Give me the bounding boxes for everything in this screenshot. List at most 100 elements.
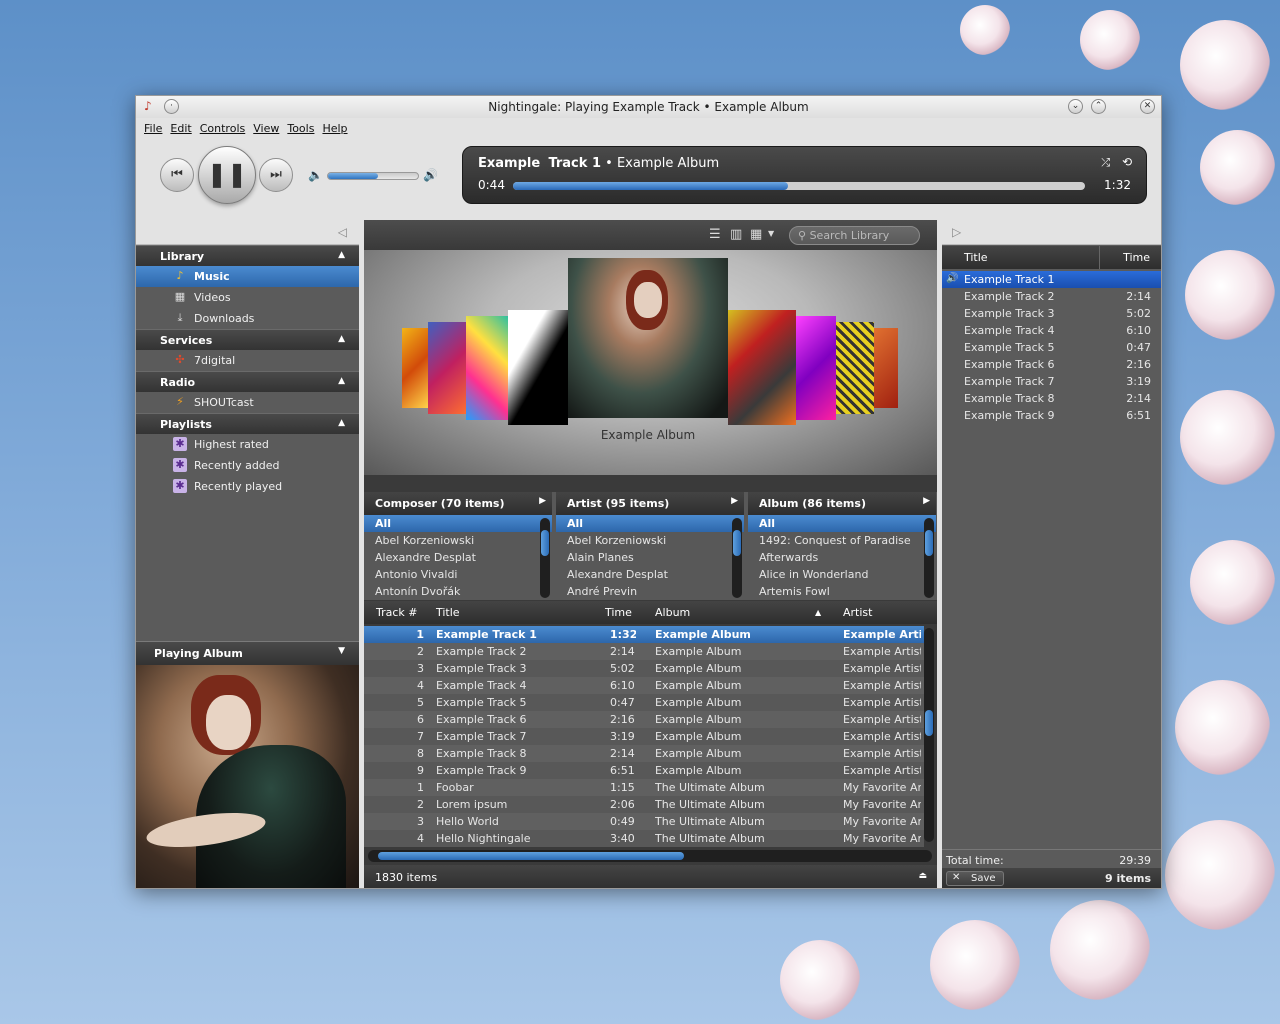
table-row[interactable]: 2 Lorem ipsum 2:06 The Ultimate Album My Fav…	[364, 796, 924, 813]
filter-row[interactable]: André Previn	[556, 583, 744, 600]
scrollbar-thumb[interactable]	[733, 530, 741, 556]
menu-tools[interactable]: Tools	[287, 122, 314, 138]
filter-row[interactable]: Alice in Wonderland	[748, 566, 936, 583]
filter-header[interactable]: Artist (95 items) ▶	[556, 492, 744, 515]
filter-scrollbar[interactable]	[540, 518, 550, 598]
filter-row[interactable]: Abel Korzeniowski	[556, 532, 744, 549]
filter-row[interactable]: Antonio Vivaldi	[364, 566, 552, 583]
collapse-arrow-icon[interactable]: ▲	[338, 334, 345, 344]
scrollbar-thumb[interactable]	[541, 530, 549, 556]
volume-max-icon[interactable]: 🔊	[423, 168, 438, 182]
album-cover[interactable]	[428, 322, 468, 414]
filter-header[interactable]: Album (86 items) ▶	[748, 492, 936, 515]
filter-row[interactable]: All	[748, 515, 936, 532]
menu-controls[interactable]: Controls	[200, 122, 246, 138]
table-row[interactable]: 6 Example Track 6 2:16 Example Album Example…	[364, 711, 924, 728]
search-input[interactable]: ⚲ Search Library	[789, 226, 920, 245]
column-title[interactable]: Title	[436, 606, 460, 619]
filter-row[interactable]: Alain Planes	[556, 549, 744, 566]
section-services[interactable]: Services ▲	[136, 329, 359, 350]
collapse-arrow-icon[interactable]: ▲	[338, 376, 345, 386]
shuffle-icon[interactable]: ⤮	[1101, 156, 1110, 170]
column-artist[interactable]: Artist	[843, 606, 872, 619]
table-row[interactable]: 8 Example Track 8 2:14 Example Album Example…	[364, 745, 924, 762]
scrollbar-thumb[interactable]	[925, 530, 933, 556]
sidebar-item-7digital[interactable]: ✣ 7digital	[136, 350, 359, 371]
menu-file[interactable]: File	[144, 122, 162, 138]
grid-view-icon[interactable]: ▦	[750, 227, 762, 242]
column-album[interactable]: Album	[655, 606, 690, 619]
album-cover[interactable]	[874, 328, 898, 408]
queue-row[interactable]: 🔊 Example Track 1	[942, 271, 1161, 288]
filter-header[interactable]: Composer (70 items) ▶	[364, 492, 552, 515]
filter-row[interactable]: Alexandre Desplat	[364, 549, 552, 566]
section-radio[interactable]: Radio ▲	[136, 371, 359, 392]
view-dropdown-icon[interactable]: ▼	[768, 229, 774, 238]
seek-bar[interactable]	[513, 182, 1085, 190]
table-row[interactable]: 4 Example Track 4 6:10 Example Album Example…	[364, 677, 924, 694]
filter-scrollbar[interactable]	[732, 518, 742, 598]
volume-mute-icon[interactable]: 🔈	[308, 168, 323, 182]
previous-button[interactable]: ⏮	[160, 158, 194, 192]
table-row[interactable]: 7 Example Track 7 3:19 Example Album Example…	[364, 728, 924, 745]
queue-column-time[interactable]: Time	[1123, 251, 1150, 264]
queue-row[interactable]: Example Track 8 2:14	[942, 390, 1161, 407]
dropdown-arrow-icon[interactable]: ▼	[338, 646, 345, 656]
collapse-left-icon[interactable]: ◁	[338, 225, 347, 239]
sidebar-item-highest-rated[interactable]: ✱ Highest rated	[136, 434, 359, 455]
album-cover-current[interactable]	[568, 258, 728, 418]
album-cover[interactable]	[508, 310, 568, 425]
sidebar-item-videos[interactable]: ▦ Videos	[136, 287, 359, 308]
filter-row[interactable]: Alexandre Desplat	[556, 566, 744, 583]
minimize-button[interactable]: ⌄	[1068, 99, 1083, 114]
filter-row[interactable]: Abel Korzeniowski	[364, 532, 552, 549]
close-button[interactable]: ✕	[1140, 99, 1155, 114]
sidebar-item-downloads[interactable]: ⤓ Downloads	[136, 308, 359, 329]
filter-view-icon[interactable]: ▥	[730, 227, 742, 242]
play-pause-button[interactable]: ❚❚	[198, 146, 256, 204]
scrollbar-thumb[interactable]	[378, 852, 684, 860]
filter-scrollbar[interactable]	[924, 518, 934, 598]
column-time[interactable]: Time	[605, 606, 632, 619]
eject-icon[interactable]: ⏏	[918, 871, 927, 881]
queue-row[interactable]: Example Track 6 2:16	[942, 356, 1161, 373]
sidebar-item-music[interactable]: ♪ Music	[136, 266, 359, 287]
maximize-button[interactable]: ⌃	[1091, 99, 1106, 114]
table-row[interactable]: 5 Example Track 5 0:47 Example Album Example…	[364, 694, 924, 711]
menu-help[interactable]: Help	[322, 122, 347, 138]
album-cover[interactable]	[402, 328, 428, 408]
filter-row[interactable]: All	[364, 515, 552, 532]
menu-view[interactable]: View	[253, 122, 279, 138]
collapse-right-icon[interactable]: ▷	[952, 225, 961, 239]
queue-column-title[interactable]: Title	[964, 251, 988, 264]
queue-row[interactable]: Example Track 9 6:51	[942, 407, 1161, 424]
sidebar-item-recently-played[interactable]: ✱ Recently played	[136, 476, 359, 497]
queue-row[interactable]: Example Track 7 3:19	[942, 373, 1161, 390]
repeat-icon[interactable]: ⟲	[1122, 155, 1132, 169]
list-view-icon[interactable]: ☰	[709, 227, 721, 242]
collapse-arrow-icon[interactable]: ▲	[338, 250, 345, 260]
table-row[interactable]: 9 Example Track 9 6:51 Example Album Example…	[364, 762, 924, 779]
sidebar-item-shoutcast[interactable]: ⚡ SHOUTcast	[136, 392, 359, 413]
queue-row[interactable]: Example Track 4 6:10	[942, 322, 1161, 339]
queue-row[interactable]: Example Track 3 5:02	[942, 305, 1161, 322]
table-row[interactable]: 1 Example Track 1 1:32 Example Album Example…	[364, 626, 924, 643]
table-row[interactable]: 3 Example Track 3 5:02 Example Album Example…	[364, 660, 924, 677]
table-row[interactable]: 3 Hello World 0:49 The Ultimate Album My Fav…	[364, 813, 924, 830]
album-cover[interactable]	[728, 310, 796, 425]
album-cover[interactable]	[796, 316, 836, 420]
filter-arrow-icon[interactable]: ▶	[539, 496, 546, 506]
queue-row[interactable]: Example Track 5 0:47	[942, 339, 1161, 356]
column-track-number[interactable]: Track #	[376, 606, 418, 619]
sidebar-item-recently-added[interactable]: ✱ Recently added	[136, 455, 359, 476]
next-button[interactable]: ⏭	[259, 158, 293, 192]
menu-edit[interactable]: Edit	[170, 122, 191, 138]
filter-row[interactable]: Antonín Dvořák	[364, 583, 552, 600]
table-row[interactable]: 4 Hello Nightingale 3:40 The Ultimate Album…	[364, 830, 924, 847]
table-row[interactable]: 2 Example Track 2 2:14 Example Album Example…	[364, 643, 924, 660]
filter-row[interactable]: All	[556, 515, 744, 532]
queue-row[interactable]: Example Track 2 2:14	[942, 288, 1161, 305]
album-cover[interactable]	[836, 322, 874, 414]
album-cover[interactable]	[466, 316, 508, 420]
scrollbar-thumb[interactable]	[925, 710, 933, 736]
